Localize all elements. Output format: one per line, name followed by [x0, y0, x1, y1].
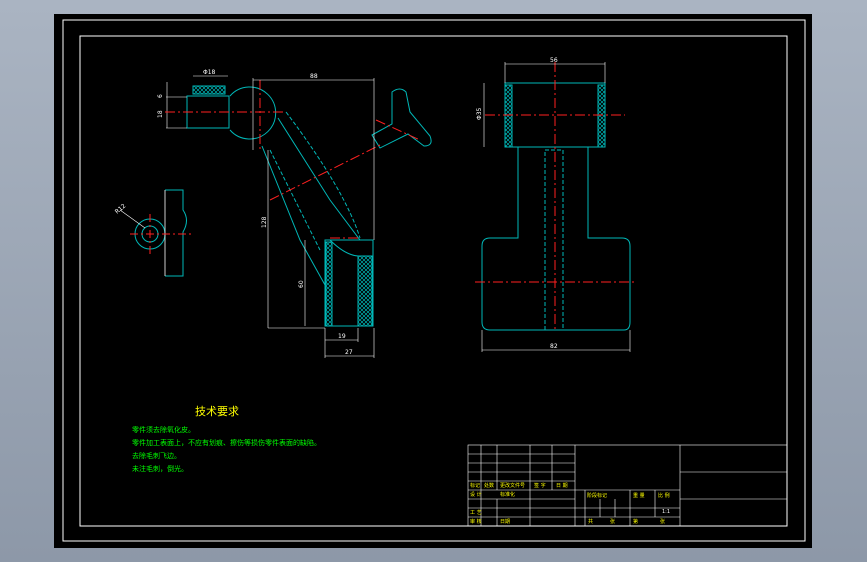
tb-number: 第: [633, 518, 638, 525]
tb-sheet: 张: [610, 518, 615, 525]
dim-82: 82: [550, 343, 558, 350]
tb-marker: 标记: [470, 482, 480, 489]
tb-standard: 标准化: [500, 491, 515, 498]
notes-title: 技术要求: [195, 405, 239, 418]
dim-60: 60: [298, 280, 305, 288]
tb-scale: 比 例: [658, 492, 670, 499]
outer-frame: [62, 19, 806, 542]
tb-count: 处数: [484, 482, 494, 489]
dim-phi18: Φ18: [203, 69, 216, 76]
tb-stage: 阶段标记: [587, 492, 607, 499]
detail-view: [119, 189, 192, 277]
tb-total: 共: [588, 518, 593, 525]
note-3: 去除毛刺飞边。: [132, 451, 181, 460]
cad-drawing: Φ18 6 18 88 128 60 19 27 R12 56 Φ35 82 技…: [62, 19, 806, 542]
tb-change-doc: 更改文件号: [500, 482, 525, 489]
dim-18: 18: [157, 110, 164, 118]
tb-review: 审 核: [470, 518, 482, 525]
main-view: [165, 75, 432, 358]
tb-process: 工 艺: [470, 510, 482, 516]
tb-sign: 签 字: [534, 482, 546, 489]
dim-56: 56: [550, 57, 558, 64]
dim-27: 27: [345, 349, 353, 356]
inner-frame: [79, 35, 788, 527]
note-1: 零件须去除氧化皮。: [132, 425, 195, 434]
dim-88: 88: [310, 73, 318, 80]
dim-19: 19: [338, 333, 346, 340]
title-block-text: 标记 处数 更改文件号 签 字 日 期 设 计 标准化 工 艺 审 核 日期 阶…: [470, 482, 670, 525]
tb-date: 日 期: [556, 483, 568, 489]
tb-date2: 日期: [500, 519, 510, 525]
tb-design: 设 计: [470, 491, 482, 498]
side-view: [475, 62, 635, 352]
tb-weight: 重 量: [633, 492, 645, 499]
technical-notes: 技术要求 零件须去除氧化皮。 零件加工表面上，不应有划痕、擦伤等损伤零件表面的缺…: [132, 405, 321, 473]
dim-phi35: Φ35: [476, 107, 483, 120]
tb-sheet2: 张: [660, 518, 665, 525]
note-2: 零件加工表面上，不应有划痕、擦伤等损伤零件表面的缺陷。: [132, 438, 321, 447]
dim-128: 128: [261, 216, 268, 228]
tb-scale-value: 1:1: [662, 509, 670, 515]
note-4: 未注毛刺，倒光。: [132, 464, 188, 473]
dim-6: 6: [157, 94, 164, 98]
